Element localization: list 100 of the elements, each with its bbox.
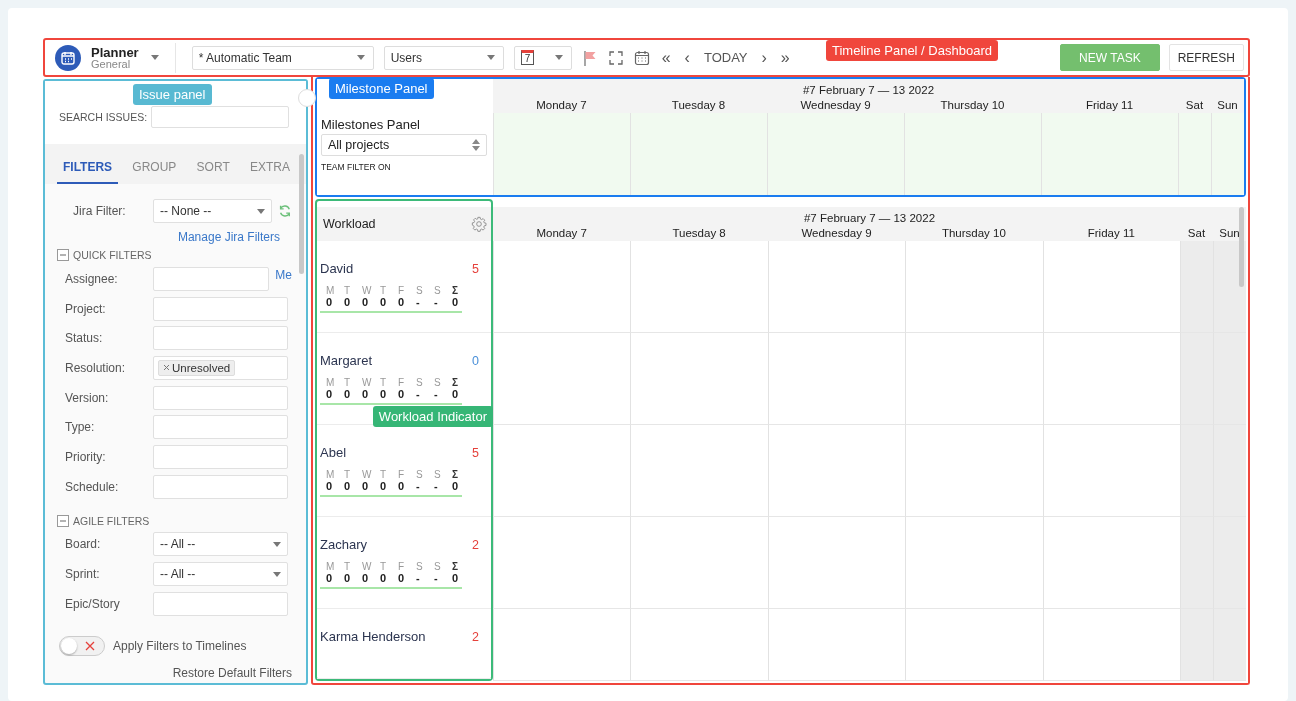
day-cell[interactable] [1042, 517, 1180, 609]
field-label: Priority: [64, 449, 107, 464]
day-cell[interactable] [1180, 333, 1213, 425]
panel-title: Workload [323, 217, 376, 231]
filter-tag[interactable]: Unresolved [158, 359, 236, 376]
filter-field[interactable] [153, 444, 288, 469]
remove-icon[interactable] [163, 364, 170, 372]
day-cell[interactable] [1042, 609, 1180, 681]
day-cell[interactable] [767, 425, 906, 517]
day-cell[interactable] [905, 333, 1043, 425]
day-cell[interactable] [630, 609, 768, 681]
filter-tab[interactable]: FILTERS [57, 156, 119, 184]
day-cell[interactable] [493, 113, 630, 195]
day-cell[interactable] [1042, 333, 1180, 425]
day-cell[interactable] [493, 609, 631, 681]
day-cell[interactable] [1213, 425, 1246, 517]
day-cell[interactable] [1180, 425, 1213, 517]
filter-field[interactable]: Unresolved [153, 355, 288, 380]
nav-button[interactable]: « [659, 49, 673, 66]
day-cell[interactable] [767, 609, 906, 681]
day-cell[interactable] [1042, 425, 1180, 517]
day-cell[interactable] [1211, 113, 1244, 195]
project-select[interactable]: All projects [321, 134, 487, 156]
day-cell[interactable] [630, 333, 768, 425]
flag-icon[interactable] [581, 49, 598, 66]
filter-field[interactable] [153, 326, 288, 351]
scrollbar[interactable] [1239, 207, 1244, 287]
day-cell[interactable] [904, 113, 1041, 195]
day-cell[interactable] [905, 517, 1043, 609]
day-cell[interactable] [630, 425, 768, 517]
scrollbar[interactable] [299, 154, 304, 274]
refresh-button[interactable]: REFRESH [1168, 44, 1244, 71]
day-cell[interactable] [1042, 241, 1180, 333]
day-cell[interactable] [1213, 609, 1246, 681]
day-cell[interactable] [1180, 609, 1213, 681]
filter-field[interactable] [153, 296, 288, 321]
day-cell[interactable] [905, 425, 1043, 517]
day-cell[interactable] [493, 517, 631, 609]
day-cell[interactable] [767, 241, 906, 333]
day-cell[interactable] [767, 113, 904, 195]
restore-filters-link[interactable]: Restore Default Filters [172, 665, 292, 680]
filter-field[interactable] [153, 266, 270, 291]
nav-button[interactable]: » [778, 49, 792, 66]
caret-icon [150, 55, 159, 60]
nav-button[interactable]: ‹ [682, 49, 692, 66]
day-cell[interactable] [767, 333, 906, 425]
field-label: Version: [64, 390, 110, 405]
search-field[interactable] [151, 105, 290, 128]
collapse-icon[interactable] [57, 249, 69, 261]
app-subtitle: General [91, 58, 132, 70]
view-select[interactable]: Users [383, 45, 504, 70]
date-picker[interactable]: 7 [513, 45, 572, 70]
filter-field[interactable] [153, 591, 288, 616]
filter-field[interactable] [153, 385, 288, 410]
fullscreen-icon[interactable] [607, 49, 624, 66]
task-count: 5 [472, 261, 479, 276]
settings-icon[interactable] [471, 216, 487, 232]
day-cell[interactable] [1213, 517, 1246, 609]
calendar-icon[interactable] [633, 49, 650, 66]
task-count: 0 [472, 353, 479, 368]
day-cell[interactable] [905, 241, 1043, 333]
day-cell[interactable] [1178, 113, 1211, 195]
search-label: SEARCH ISSUES: [59, 110, 148, 123]
toggle-switch[interactable] [59, 635, 105, 656]
day-cell[interactable] [630, 241, 768, 333]
caret-icon [257, 208, 266, 214]
day-cell[interactable] [1213, 333, 1246, 425]
day-header: Tuesday 8 [671, 226, 727, 241]
caret-icon [356, 55, 365, 60]
manage-filters-link[interactable]: Manage Jira Filters [177, 230, 280, 244]
field-label: Sprint: [64, 567, 101, 582]
section-title: QUICK FILTERS [73, 249, 152, 261]
day-cell[interactable] [630, 517, 768, 609]
day-cell[interactable] [493, 425, 631, 517]
field-label: Type: [64, 420, 96, 435]
refresh-icon[interactable] [278, 203, 292, 219]
me-link[interactable]: Me [275, 267, 292, 282]
filter-select[interactable]: -- All -- [153, 562, 288, 587]
field-label: Resolution: [64, 360, 127, 375]
day-cell[interactable] [767, 517, 906, 609]
filter-field[interactable] [153, 474, 288, 499]
nav-button[interactable]: › [759, 49, 769, 66]
team-select[interactable]: * Automatic Team [191, 45, 374, 70]
day-cell[interactable] [905, 609, 1043, 681]
jira-filter-select[interactable]: -- None -- [153, 199, 273, 223]
sort-icon [472, 139, 480, 151]
day-cell[interactable] [1180, 241, 1213, 333]
day-cell[interactable] [1041, 113, 1178, 195]
nav-button[interactable]: TODAY [701, 51, 750, 64]
section-title: AGILE FILTERS [73, 514, 150, 527]
day-cell[interactable] [1180, 517, 1213, 609]
day-header: Sat [1186, 226, 1207, 241]
day-header: Sun [1218, 226, 1241, 241]
workload-indicator: M T W T F S S Σ 0 0 0 0 0 - - 0 [320, 285, 462, 313]
day-cell[interactable] [493, 333, 631, 425]
day-cell[interactable] [630, 113, 767, 195]
filter-select[interactable]: -- All -- [153, 532, 288, 557]
collapse-icon[interactable] [57, 514, 69, 527]
filter-field[interactable] [153, 415, 288, 440]
day-cell[interactable] [493, 241, 631, 333]
